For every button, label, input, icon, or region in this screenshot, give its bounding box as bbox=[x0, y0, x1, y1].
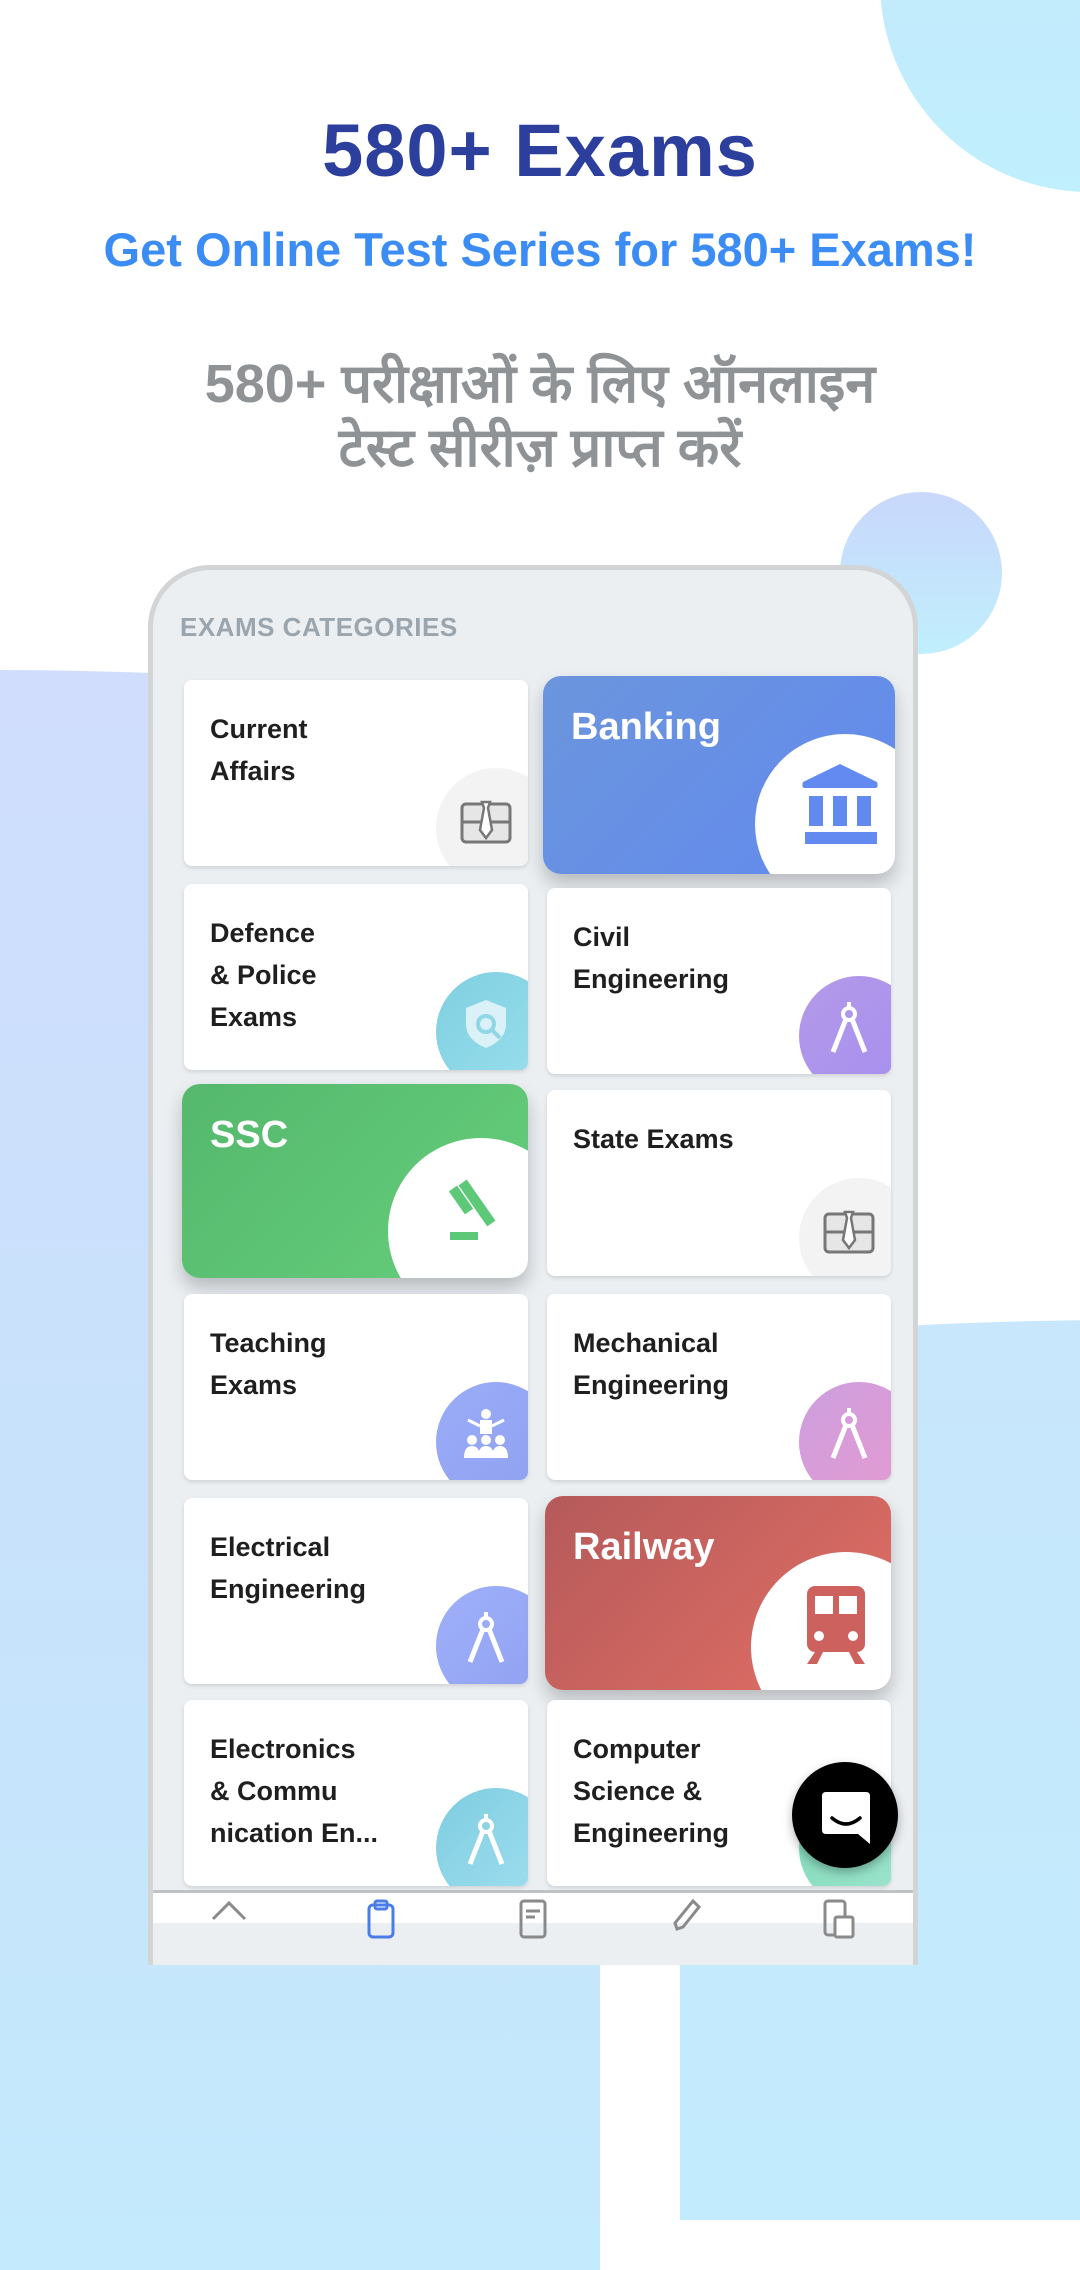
category-label: SSC bbox=[210, 1114, 289, 1156]
category-label: Banking bbox=[571, 706, 721, 748]
nav-articles[interactable] bbox=[513, 1893, 553, 1939]
section-title: EXAMS CATEGORIES bbox=[180, 612, 458, 642]
briefcase-icon bbox=[436, 768, 528, 866]
hindi-line-1: 580+ परीक्षाओं के लिए ऑनलाइन bbox=[204, 354, 876, 414]
category-label: Railway bbox=[573, 1526, 715, 1568]
nav-home[interactable] bbox=[209, 1893, 249, 1923]
nav-tests[interactable] bbox=[361, 1893, 401, 1939]
category-card-electronics-communication[interactable]: Electronics & Commu nication En... bbox=[184, 1700, 528, 1886]
hindi-subtitle: 580+ परीक्षाओं के लिए ऑनलाइन टेस्ट सीरीज… bbox=[0, 352, 1080, 480]
hindi-line-2: टेस्ट सीरीज़ प्राप्त करें bbox=[338, 418, 742, 478]
document-icon bbox=[519, 1899, 547, 1939]
nav-devices[interactable] bbox=[817, 1893, 857, 1939]
pen-icon bbox=[673, 1899, 702, 1931]
page-subtitle: Get Online Test Series for 580+ Exams! bbox=[103, 223, 977, 276]
category-label: State Exams bbox=[573, 1124, 734, 1154]
category-label: Civil Engineering bbox=[573, 922, 730, 994]
chat-button[interactable] bbox=[792, 1762, 898, 1868]
category-label: Defence & Police Exams bbox=[210, 918, 317, 1032]
bottom-nav bbox=[153, 1890, 913, 1939]
category-card-railway[interactable]: Railway bbox=[545, 1496, 891, 1690]
category-card-electrical-engineering[interactable]: Electrical Engineering bbox=[184, 1498, 528, 1684]
category-card-defence-police[interactable]: Defence & Police Exams bbox=[184, 884, 528, 1070]
category-label: Teaching Exams bbox=[210, 1328, 327, 1400]
category-label: Current Affairs bbox=[210, 714, 308, 786]
compass-icon bbox=[799, 976, 891, 1074]
shield-search-icon bbox=[436, 972, 528, 1070]
bank-icon bbox=[755, 734, 895, 874]
category-card-current-affairs[interactable]: Current Affairs bbox=[184, 680, 528, 866]
clipboard-icon bbox=[367, 1899, 395, 1939]
briefcase-icon bbox=[799, 1178, 891, 1276]
devices-icon bbox=[823, 1899, 855, 1939]
category-label: Electronics & Commu nication En... bbox=[210, 1734, 379, 1848]
category-card-civil-engineering[interactable]: Civil Engineering bbox=[547, 888, 891, 1074]
train-icon bbox=[751, 1552, 891, 1690]
teacher-icon bbox=[436, 1382, 528, 1480]
gavel-icon bbox=[388, 1138, 528, 1278]
category-card-ssc[interactable]: SSC bbox=[182, 1084, 528, 1278]
category-label: Computer Science & Engineering bbox=[573, 1734, 730, 1848]
chat-icon bbox=[822, 1792, 870, 1844]
nav-practice[interactable] bbox=[665, 1893, 705, 1931]
category-card-banking[interactable]: Banking bbox=[543, 676, 895, 874]
compass-icon bbox=[799, 1382, 891, 1480]
compass-icon bbox=[436, 1788, 528, 1886]
home-icon bbox=[211, 1900, 247, 1921]
category-card-teaching-exams[interactable]: Teaching Exams bbox=[184, 1294, 528, 1480]
category-card-state-exams[interactable]: State Exams bbox=[547, 1090, 891, 1276]
category-card-mechanical-engineering[interactable]: Mechanical Engineering bbox=[547, 1294, 891, 1480]
category-label: Mechanical Engineering bbox=[573, 1328, 730, 1400]
compass-icon bbox=[436, 1586, 528, 1684]
page-title: 580+ Exams bbox=[322, 109, 758, 192]
category-label: Electrical Engineering bbox=[210, 1532, 367, 1604]
